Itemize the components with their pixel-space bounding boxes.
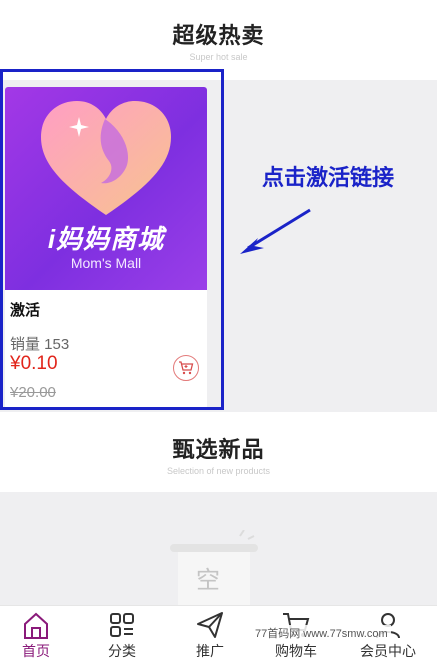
- highlight-box: [0, 69, 224, 410]
- new-section-subtitle: Selection of new products: [166, 466, 271, 476]
- tab-home[interactable]: 首页: [6, 606, 66, 659]
- home-icon: [24, 612, 48, 639]
- tab-category[interactable]: 分类: [92, 606, 152, 659]
- watermark: 77首码网 www.77smw.com: [252, 625, 391, 641]
- new-section-title: 甄选新品: [172, 437, 265, 463]
- tab-member-label: 会员中心: [360, 643, 416, 659]
- tab-home-label: 首页: [22, 643, 50, 659]
- hot-section-header: 超级热卖 Super hot sale: [0, 18, 437, 62]
- new-section-header: 甄选新品 Selection of new products: [0, 432, 437, 476]
- hot-section-subtitle: Super hot sale: [189, 52, 248, 62]
- annotation-arrow-icon: [240, 208, 311, 254]
- tab-promotion-label: 推广: [196, 643, 224, 659]
- send-icon: [197, 612, 223, 638]
- category-icon: [110, 613, 134, 637]
- hot-section-title: 超级热卖: [172, 23, 265, 49]
- empty-state: 空: [168, 529, 260, 612]
- empty-text: 空: [196, 566, 220, 594]
- tab-category-label: 分类: [108, 643, 136, 659]
- tab-cart-label: 购物车: [275, 643, 317, 659]
- annotation-text: 点击激活链接: [262, 166, 395, 191]
- tab-promotion[interactable]: 推广: [180, 606, 240, 659]
